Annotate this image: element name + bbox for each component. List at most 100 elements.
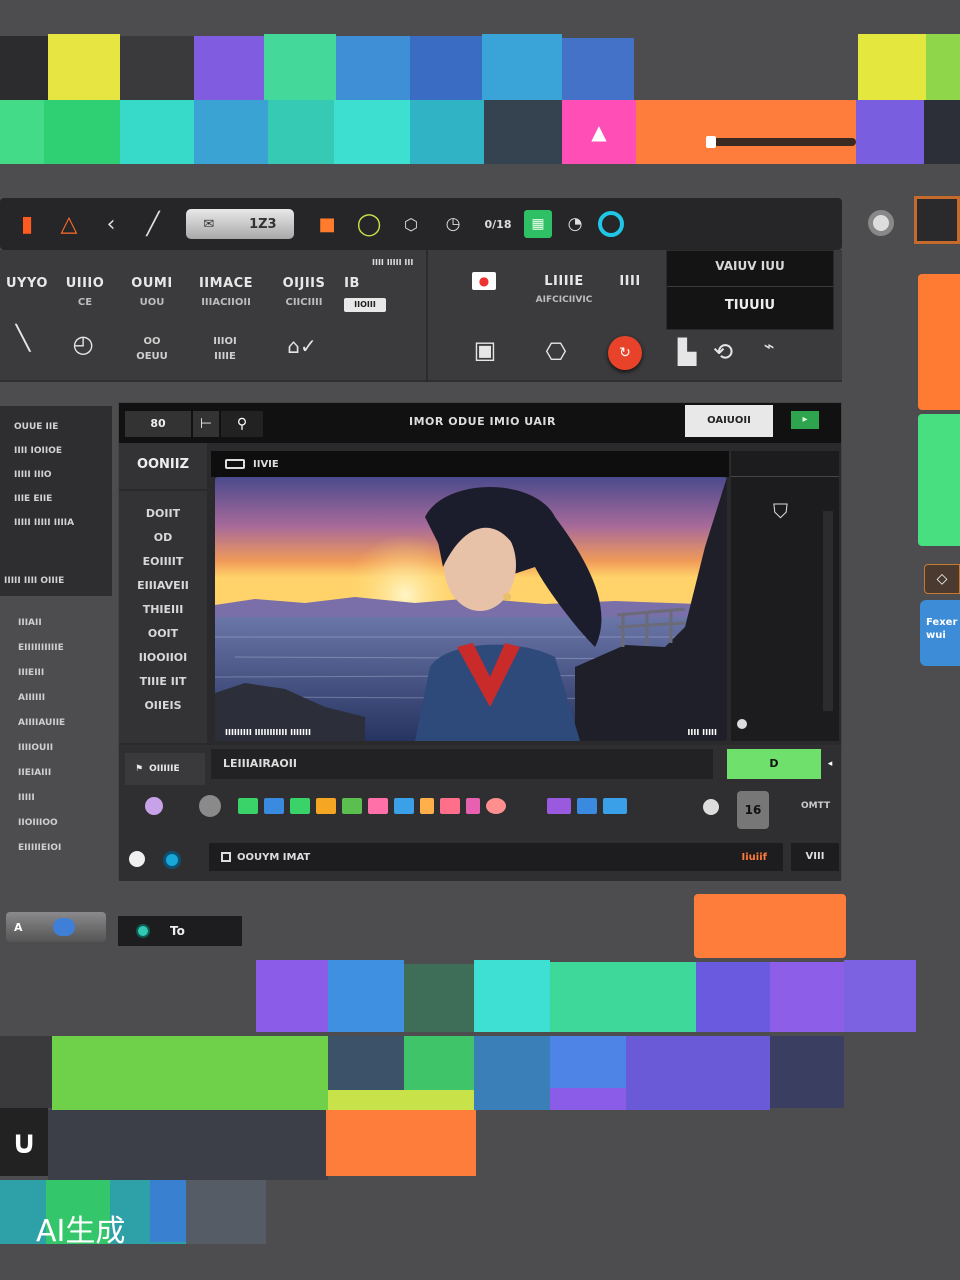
left-list-item[interactable]: IIOIIIOO <box>18 818 65 843</box>
progress-track[interactable] <box>706 138 856 146</box>
timer-icon[interactable]: ◔ <box>556 205 594 243</box>
eye-icon[interactable] <box>703 799 719 815</box>
left-list-item[interactable]: IIIII <box>18 793 65 818</box>
side-panel-item[interactable]: EOIIIIT <box>119 555 207 579</box>
grid-icon[interactable]: ▦ <box>524 210 552 238</box>
pin-chip[interactable]: ◇ <box>924 564 960 594</box>
pen-line-icon[interactable]: ╱ <box>134 205 172 243</box>
square-frame-icon[interactable] <box>914 196 960 244</box>
progress-handle[interactable] <box>706 136 716 148</box>
side-panel-item[interactable]: IIOOIIOI <box>119 651 207 675</box>
prop-heading[interactable]: UYYO <box>6 276 47 291</box>
prop-heading[interactable]: IIII <box>612 274 648 289</box>
side-panel-item[interactable]: EIIIAVEII <box>119 579 207 603</box>
split-icon[interactable]: ⊢ <box>193 411 219 437</box>
home-check-icon[interactable]: ⌂✓ <box>282 334 322 358</box>
left-panel-item[interactable]: IIII IOIIOE <box>14 442 112 466</box>
prop-heading[interactable]: LIIIIE AIFCICIIVIC <box>528 274 600 305</box>
effect-chip[interactable] <box>238 798 258 814</box>
info-card[interactable]: Fexer wui <box>920 600 960 666</box>
effect-chip[interactable] <box>466 798 480 814</box>
primary-button[interactable]: OAIUOII <box>685 405 773 437</box>
play-button[interactable]: D <box>727 749 821 779</box>
record-button[interactable]: ↻ <box>608 336 642 370</box>
prop-row2-item[interactable]: IIIOI IIIIE <box>200 336 250 362</box>
swirl-icon[interactable] <box>145 797 163 815</box>
effect-chip[interactable] <box>316 798 336 814</box>
status-label[interactable]: ⚑ OIIIIIE <box>125 753 205 785</box>
canvas-image[interactable]: IIIIIIIII IIIIIIIIIII IIIIIII IIII IIIII <box>215 477 727 741</box>
shirt-icon[interactable]: ⛉ <box>773 499 788 523</box>
left-list-item[interactable]: AIIIIII <box>18 693 65 718</box>
link-icon[interactable]: ⌁ <box>752 336 786 357</box>
prop-heading[interactable]: IIMACE IIIACIIOII <box>196 276 256 308</box>
left-list-item[interactable]: IIIEIII <box>18 668 65 693</box>
left-list-item[interactable]: EIIIIIIIIIIE <box>18 643 65 668</box>
side-panel-item[interactable]: THIEIII <box>119 603 207 627</box>
layer-name-field[interactable]: LEIIIAIRAOII <box>211 749 713 779</box>
left-panel-item[interactable]: IIIII IIIII IIIIA <box>14 514 112 538</box>
format-field[interactable]: OOUYM IMAT Iiuiif <box>209 843 783 871</box>
side-panel-item[interactable]: OIIEIS <box>119 699 207 723</box>
side-panel-item[interactable]: DOIIT <box>119 507 207 531</box>
effect-chip[interactable] <box>577 798 597 814</box>
circle-icon[interactable] <box>598 211 624 237</box>
effect-chip[interactable] <box>547 798 571 814</box>
left-list-item[interactable]: EIIIIIEIOI <box>18 843 65 868</box>
left-panel-item[interactable]: IIIE EIIE <box>14 490 112 514</box>
back-chevron-icon[interactable]: ‹ <box>92 205 130 243</box>
left-list-item[interactable]: AIIIIAUIIE <box>18 718 65 743</box>
side-panel-item[interactable]: TIIIE IIT <box>119 675 207 699</box>
prop-badge[interactable]: IIOIII <box>344 298 386 312</box>
effect-chip[interactable] <box>368 798 388 814</box>
chair-icon[interactable]: ▣ <box>470 336 500 364</box>
cyan-dot-icon[interactable] <box>163 851 181 869</box>
effect-chip[interactable] <box>440 798 460 814</box>
side-panel-item[interactable]: OD <box>119 531 207 555</box>
prop-row2-item[interactable]: OO OEUU <box>130 336 174 362</box>
effect-chip[interactable] <box>486 798 506 814</box>
pin-icon[interactable]: ⚲ <box>221 411 263 437</box>
sphere-icon[interactable] <box>199 795 221 817</box>
left-panel-item[interactable]: OUUE IIE <box>14 418 112 442</box>
prop-heading[interactable]: OIJIIS CIICIIII <box>276 276 332 308</box>
prop-heading[interactable]: IB <box>340 276 364 291</box>
timer-icon[interactable]: ◴ <box>68 330 98 358</box>
side-panel-item[interactable]: OOIT <box>119 627 207 651</box>
dropdown-arrow-icon[interactable]: ◂ <box>823 755 837 773</box>
effect-chip[interactable] <box>342 798 362 814</box>
prop-heading[interactable]: UIIIO CE <box>62 276 108 308</box>
record-icon[interactable]: ■ <box>308 205 346 243</box>
green-flag-icon[interactable]: ▸ <box>791 411 819 429</box>
orange-swatch-card[interactable] <box>918 274 960 410</box>
settings-knob-icon[interactable] <box>868 210 894 236</box>
shield-icon[interactable]: ⬡ <box>392 205 430 243</box>
left-list-item[interactable]: IIIAII <box>18 618 65 643</box>
camera-icon[interactable]: ⎔ <box>538 338 574 366</box>
status-dot-icon[interactable] <box>737 719 747 729</box>
clock-icon[interactable]: ◷ <box>434 205 472 243</box>
red-pin-icon[interactable]: ● <box>472 272 496 290</box>
effect-chip[interactable] <box>394 798 414 814</box>
orange-card[interactable] <box>694 894 846 958</box>
warning-triangle-icon[interactable]: △ <box>50 205 88 243</box>
tab-number[interactable]: 80 <box>125 411 191 437</box>
phone-icon[interactable]: ▙ <box>672 338 702 366</box>
effect-chip[interactable] <box>420 798 434 814</box>
count-badge[interactable]: 16 <box>737 791 769 829</box>
effect-chip[interactable] <box>264 798 284 814</box>
toggle-button[interactable]: A <box>6 912 106 942</box>
left-panel-item[interactable]: IIIII IIIO <box>14 466 112 490</box>
effect-chip[interactable] <box>603 798 627 814</box>
prop-heading[interactable]: OUMI UOU <box>126 276 178 308</box>
pen-tool-icon[interactable]: ╲ <box>8 324 38 352</box>
left-list-item[interactable]: IIEIAIII <box>18 768 65 793</box>
left-list-item[interactable]: IIIIOUII <box>18 743 65 768</box>
mail-toggle-button[interactable]: ✉ 1Z3 <box>186 209 294 239</box>
stop-icon[interactable]: ▮ <box>8 205 46 243</box>
field-chip[interactable]: To <box>118 916 242 946</box>
effect-chip[interactable] <box>290 798 310 814</box>
green-swatch-card[interactable] <box>918 414 960 546</box>
loop-icon[interactable]: ◯ <box>350 205 388 243</box>
refresh-icon[interactable]: ⟲ <box>706 338 740 366</box>
